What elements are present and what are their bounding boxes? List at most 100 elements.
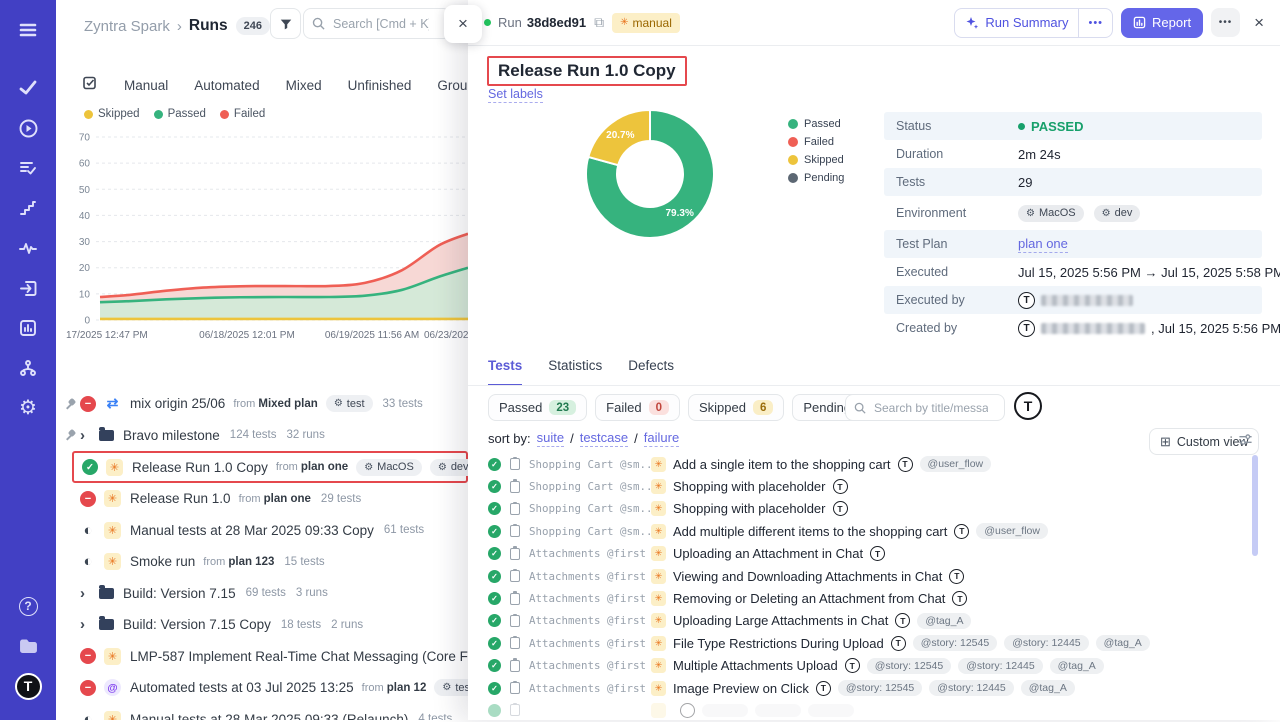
hamburger-menu-icon[interactable] <box>10 12 46 48</box>
run-row[interactable]: −⇄mix origin 25/06from Mixed plan⚙test33… <box>56 388 468 420</box>
test-title: Add multiple different items to the shop… <box>673 524 947 539</box>
report-button[interactable]: Report <box>1121 8 1203 38</box>
manual-test-icon <box>651 703 666 718</box>
test-row[interactable]: ✓Attachments @first✳Removing or Deleting… <box>488 587 1252 609</box>
test-row[interactable] <box>488 699 1252 721</box>
test-row[interactable]: ✓Attachments @first✳Uploading Large Atta… <box>488 610 1252 632</box>
panel-close-icon[interactable]: × <box>1254 13 1264 33</box>
settings-gear-icon[interactable]: ⚙ <box>10 390 46 426</box>
donut-legend-item-passed: Passed <box>788 118 844 130</box>
runs-search-input[interactable] <box>331 16 431 32</box>
run-row[interactable]: −@Automated tests at 03 Jul 2025 13:25fr… <box>56 672 468 704</box>
tests-scrollbar[interactable] <box>1252 455 1258 556</box>
workspace-avatar[interactable]: T <box>10 668 46 704</box>
status-icon-passed: ✓ <box>82 459 98 475</box>
sort-link-testcase[interactable]: testcase <box>580 430 628 447</box>
dashboards-chart-icon[interactable] <box>10 310 46 346</box>
check-nav-icon[interactable] <box>10 70 46 106</box>
view-settings-sliders-icon[interactable] <box>1238 432 1253 452</box>
chevron-expand-icon[interactable]: › <box>80 585 90 602</box>
test-row[interactable]: ✓Attachments @first✳File Type Restrictio… <box>488 632 1252 654</box>
test-row[interactable]: ✓Attachments @first✳Multiple Attachments… <box>488 655 1252 677</box>
filter-chip-passed[interactable]: Passed23 <box>488 394 587 421</box>
tests-search[interactable] <box>845 394 1005 421</box>
run-summary-more-button[interactable]: ••• <box>1079 9 1112 37</box>
svg-text:60: 60 <box>79 159 91 170</box>
tab-groups[interactable]: Groups <box>437 78 468 93</box>
tab-mixed[interactable]: Mixed <box>286 78 322 93</box>
run-row[interactable]: ✓✳Release Run 1.0 Copyfrom plan one⚙MacO… <box>72 451 468 483</box>
svg-text:06/23/202: 06/23/202 <box>424 330 468 341</box>
tests-search-input[interactable] <box>872 400 990 416</box>
sort-link-suite[interactable]: suite <box>537 430 564 447</box>
run-type-manual-icon: ✳ <box>104 711 121 720</box>
play-circle-icon[interactable] <box>10 110 46 146</box>
test-row[interactable]: ✓Shopping Cart @sm...✳Shopping with plac… <box>488 498 1252 520</box>
test-plan-link[interactable]: plan one <box>1018 236 1068 253</box>
runs-panel-close-button[interactable]: × <box>444 5 482 43</box>
test-row[interactable]: ✓Attachments @first✳Image Preview on Cli… <box>488 677 1252 699</box>
gear-icon: ⚙ <box>1026 208 1035 219</box>
projects-folder-icon[interactable] <box>10 628 46 664</box>
test-passed-icon: ✓ <box>488 570 501 583</box>
runs-search[interactable] <box>303 8 451 39</box>
test-title: Viewing and Downloading Attachments in C… <box>673 569 942 584</box>
tab-manual[interactable]: Manual <box>124 78 168 93</box>
status-filter-chips: Passed23Failed0Skipped6Pending0 <box>488 394 890 421</box>
select-all-icon[interactable] <box>82 75 98 96</box>
sort-link-failure[interactable]: failure <box>644 430 679 447</box>
sign-in-runs-icon[interactable] <box>10 270 46 306</box>
run-row[interactable]: −✳LMP-587 Implement Real-Time Chat Messa… <box>56 641 468 673</box>
run-row[interactable]: ◐✳Manual tests at 28 Mar 2025 09:33 (Rel… <box>56 704 468 721</box>
assignee-filter-avatar[interactable]: T <box>1014 392 1042 420</box>
run-row[interactable]: ›Bravo milestone124 tests32 runs <box>56 420 468 452</box>
chevron-expand-icon[interactable]: › <box>80 616 90 633</box>
run-row[interactable]: ›Build: Version 7.1569 tests3 runs <box>56 578 468 610</box>
svg-text:20.7%: 20.7% <box>606 130 634 141</box>
filter-chip-count: 6 <box>753 400 773 415</box>
test-cases-list-icon[interactable] <box>10 150 46 186</box>
tab-unfinished[interactable]: Unfinished <box>348 78 412 93</box>
svg-text:40: 40 <box>79 211 91 222</box>
filter-button[interactable] <box>270 8 301 39</box>
test-row[interactable]: ✓Shopping Cart @sm...✳Add a single item … <box>488 453 1252 475</box>
branch-versions-icon[interactable] <box>10 350 46 386</box>
test-row[interactable]: ✓Shopping Cart @sm...✳Shopping with plac… <box>488 475 1252 497</box>
run-from: from Mixed plan <box>233 398 318 410</box>
tab-automated[interactable]: Automated <box>194 78 259 93</box>
run-meta: 29 tests <box>321 493 361 505</box>
assignee-avatar: T <box>895 613 910 628</box>
run-row[interactable]: ◐✳Manual tests at 28 Mar 2025 09:33 Copy… <box>56 515 468 547</box>
filter-chip-failed[interactable]: Failed0 <box>595 394 680 421</box>
test-suite: Attachments @first <box>529 682 651 695</box>
gear-icon: ⚙ <box>334 398 343 409</box>
filter-chip-skipped[interactable]: Skipped6 <box>688 394 784 421</box>
testcase-clipboard-icon <box>510 548 520 560</box>
test-row[interactable]: ✓Attachments @first✳Viewing and Download… <box>488 565 1252 587</box>
tab-defects[interactable]: Defects <box>628 358 674 386</box>
run-from-plan: plan 123 <box>228 556 274 568</box>
copy-icon[interactable]: ⧉ <box>594 14 604 31</box>
set-labels-link[interactable]: Set labels <box>488 87 543 103</box>
run-row[interactable]: ◐✳Smoke runfrom plan 12315 tests <box>56 546 468 578</box>
run-row[interactable]: −✳Release Run 1.0from plan one29 tests <box>56 483 468 515</box>
chevron-expand-icon[interactable]: › <box>80 427 90 444</box>
svg-text:20: 20 <box>79 263 91 274</box>
more-actions-button[interactable]: ••• <box>1211 8 1240 37</box>
milestones-steps-icon[interactable] <box>10 190 46 226</box>
test-row[interactable]: ✓Attachments @first✳Uploading an Attachm… <box>488 543 1252 565</box>
help-icon[interactable]: ? <box>10 588 46 624</box>
activity-pulse-icon[interactable] <box>10 230 46 266</box>
legend-dot <box>84 110 93 119</box>
tab-tests[interactable]: Tests <box>488 358 522 386</box>
test-tag-badge <box>702 704 748 717</box>
tab-statistics[interactable]: Statistics <box>548 358 602 386</box>
run-type-badge: ✳ manual <box>612 13 680 33</box>
run-row[interactable]: ›Build: Version 7.15 Copy18 tests2 runs <box>56 609 468 641</box>
run-summary-button[interactable]: Run Summary <box>955 9 1078 37</box>
test-row[interactable]: ✓Shopping Cart @sm...✳Add multiple diffe… <box>488 520 1252 542</box>
detail-label: Duration <box>896 147 1018 161</box>
run-title: Release Run 1.0 Copy <box>132 460 268 475</box>
breadcrumb-app[interactable]: Zyntra Spark <box>84 18 170 35</box>
test-suite: Shopping Cart @sm... <box>529 525 651 538</box>
